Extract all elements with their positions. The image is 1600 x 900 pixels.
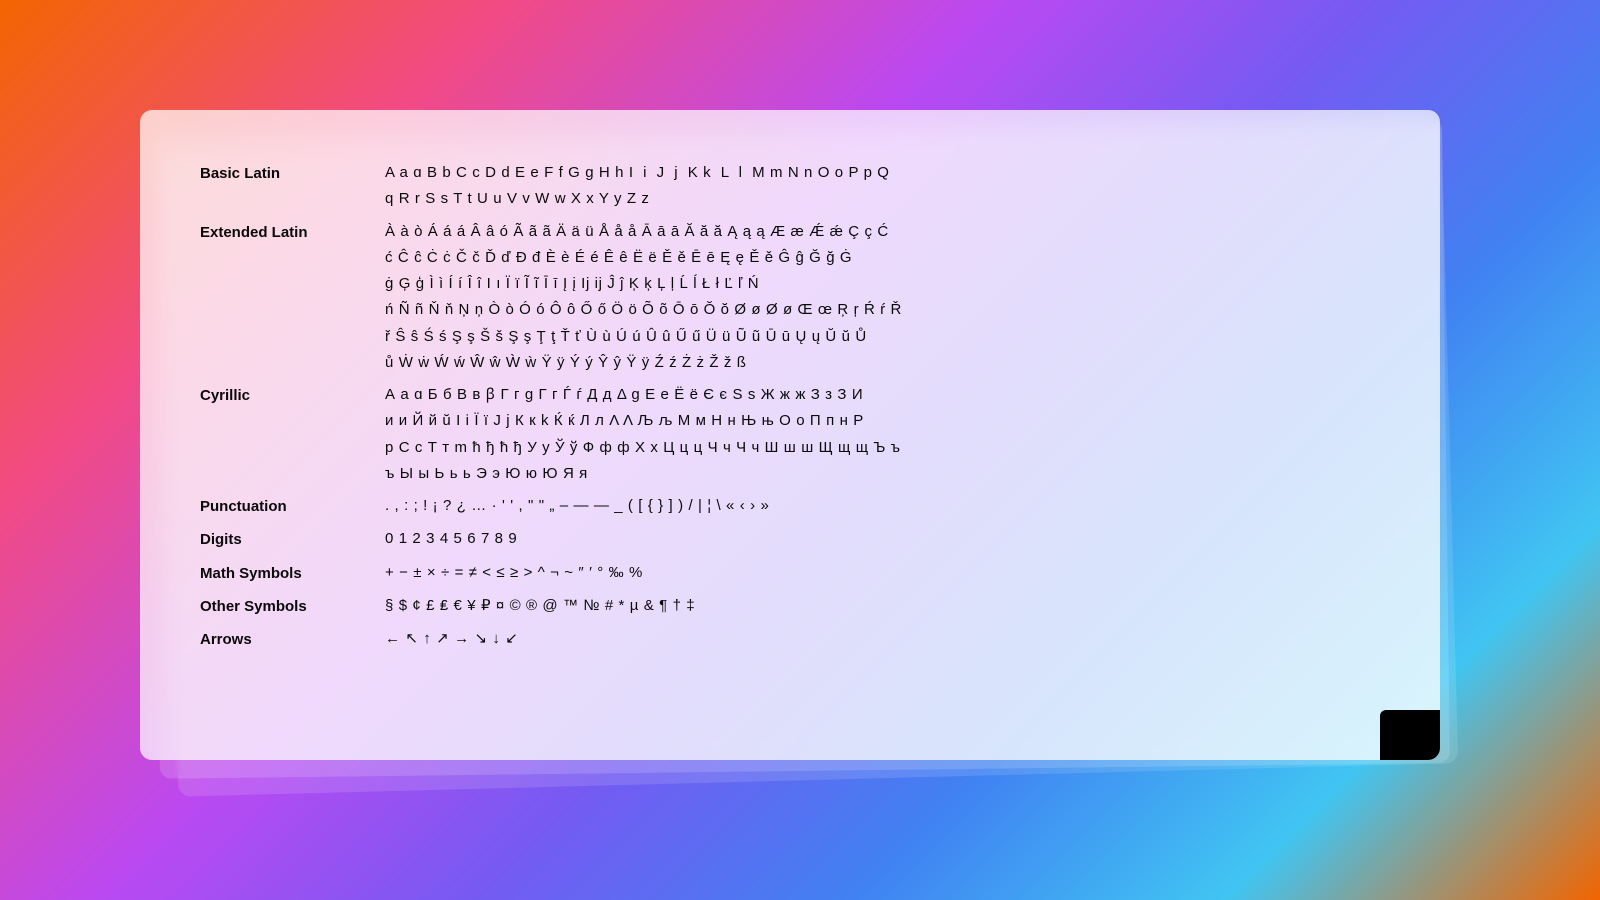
glyph-row: Basic LatinA a ɑ B b C c D d E e F f G g…	[200, 160, 1380, 213]
glyph-section-label: Basic Latin	[200, 160, 385, 187]
glyph-row: Punctuation. , : ; ! ¡ ? ¿ … · ' ' , " "…	[200, 493, 1380, 520]
glyph-section-label: Math Symbols	[200, 560, 385, 587]
glyph-section-label: Digits	[200, 526, 385, 553]
glyph-section-label: Cyrillic	[200, 382, 385, 409]
glyph-row: Extended LatinÀ à ò Á á á Â â ó Ã ã ã Ä …	[200, 219, 1380, 377]
card-stack: Basic LatinA a ɑ B b C c D d E e F f G g…	[140, 110, 1460, 790]
glyph-table: Basic LatinA a ɑ B b C c D d E e F f G g…	[200, 160, 1380, 653]
corner-notch	[1380, 710, 1440, 760]
glyph-section-label: Arrows	[200, 626, 385, 653]
main-card: Basic LatinA a ɑ B b C c D d E e F f G g…	[140, 110, 1440, 760]
glyph-chars: À à ò Á á á Â â ó Ã ã ã Ä ä ü Å å å Ā ā …	[385, 219, 1380, 377]
glyph-section-label: Extended Latin	[200, 219, 385, 246]
glyph-chars: . , : ; ! ¡ ? ¿ … · ' ' , " " „ – — — _ …	[385, 493, 1380, 519]
glyph-chars: + − ± × ÷ = ≠ < ≤ ≥ > ^ ¬ ~ ″ ′ ° ‰ %	[385, 560, 1380, 586]
glyph-row: CyrillicА а ɑ Б б В в ꞵ Г г ɡ Г г Ѓ ѓ Д …	[200, 382, 1380, 487]
glyph-chars: А а ɑ Б б В в ꞵ Г г ɡ Г г Ѓ ѓ Д д Δ g Е …	[385, 382, 1380, 487]
glyph-row: Other Symbols§ $ ¢ £ ₤ € ¥ ₽ ¤ © ® @ ™ №…	[200, 593, 1380, 620]
glyph-row: Arrows← ↖ ↑ ↗ → ↘ ↓ ↙	[200, 626, 1380, 653]
glyph-chars: ← ↖ ↑ ↗ → ↘ ↓ ↙	[385, 626, 1380, 652]
glyph-row: Math Symbols+ − ± × ÷ = ≠ < ≤ ≥ > ^ ¬ ~ …	[200, 560, 1380, 587]
glyph-chars: 0 1 2 3 4 5 6 7 8 9	[385, 526, 1380, 552]
glyph-section-label: Other Symbols	[200, 593, 385, 620]
glyph-chars: A a ɑ B b C c D d E e F f G g H h I i J …	[385, 160, 1380, 213]
glyph-chars: § $ ¢ £ ₤ € ¥ ₽ ¤ © ® @ ™ № # * µ & ¶ † …	[385, 593, 1380, 619]
glyph-row: Digits0 1 2 3 4 5 6 7 8 9	[200, 526, 1380, 553]
glyph-section-label: Punctuation	[200, 493, 385, 520]
